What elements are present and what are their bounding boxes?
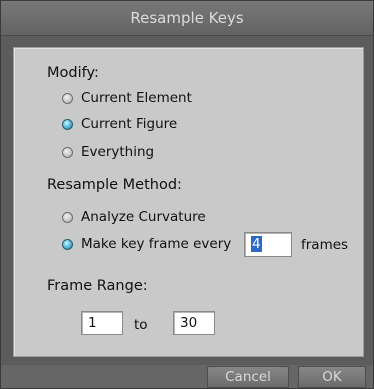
radio-button-selected-icon[interactable] xyxy=(62,118,73,130)
modify-label: Modify: xyxy=(47,65,99,81)
radio-make-key-frame-every[interactable]: Make key frame every xyxy=(62,236,231,252)
radio-label: Make key frame every xyxy=(81,236,232,252)
radio-button-icon[interactable] xyxy=(62,211,73,223)
options-panel: Modify: Current Element Current Figure E… xyxy=(13,47,364,357)
radio-everything[interactable]: Everything xyxy=(62,144,154,160)
frame-range-start-input[interactable]: 1 xyxy=(81,311,123,335)
radio-current-element[interactable]: Current Element xyxy=(62,90,192,106)
radio-label: Current Element xyxy=(81,90,192,106)
interval-value: 4 xyxy=(251,236,262,252)
dialog-title: Resample Keys xyxy=(1,1,373,36)
frame-range-label: Frame Range: xyxy=(47,278,148,294)
key-frame-interval-input[interactable]: 4 xyxy=(244,232,292,257)
radio-analyze-curvature[interactable]: Analyze Curvature xyxy=(62,209,206,225)
cancel-button[interactable]: Cancel xyxy=(207,366,289,388)
radio-button-selected-icon[interactable] xyxy=(62,238,73,250)
radio-current-figure[interactable]: Current Figure xyxy=(62,116,177,132)
radio-label: Analyze Curvature xyxy=(81,209,206,225)
button-bar: Cancel OK xyxy=(1,365,373,388)
resample-keys-dialog: Resample Keys Modify: Current Element Cu… xyxy=(0,0,374,389)
resample-method-label: Resample Method: xyxy=(47,177,182,193)
frames-suffix-label: frames xyxy=(301,237,349,253)
frame-range-end-input[interactable]: 30 xyxy=(173,311,215,335)
frame-range-to-label: to xyxy=(134,317,148,333)
radio-label: Current Figure xyxy=(81,116,178,132)
radio-button-icon[interactable] xyxy=(62,92,73,104)
radio-label: Everything xyxy=(81,144,155,160)
ok-button[interactable]: OK xyxy=(298,366,366,388)
radio-button-icon[interactable] xyxy=(62,146,73,158)
